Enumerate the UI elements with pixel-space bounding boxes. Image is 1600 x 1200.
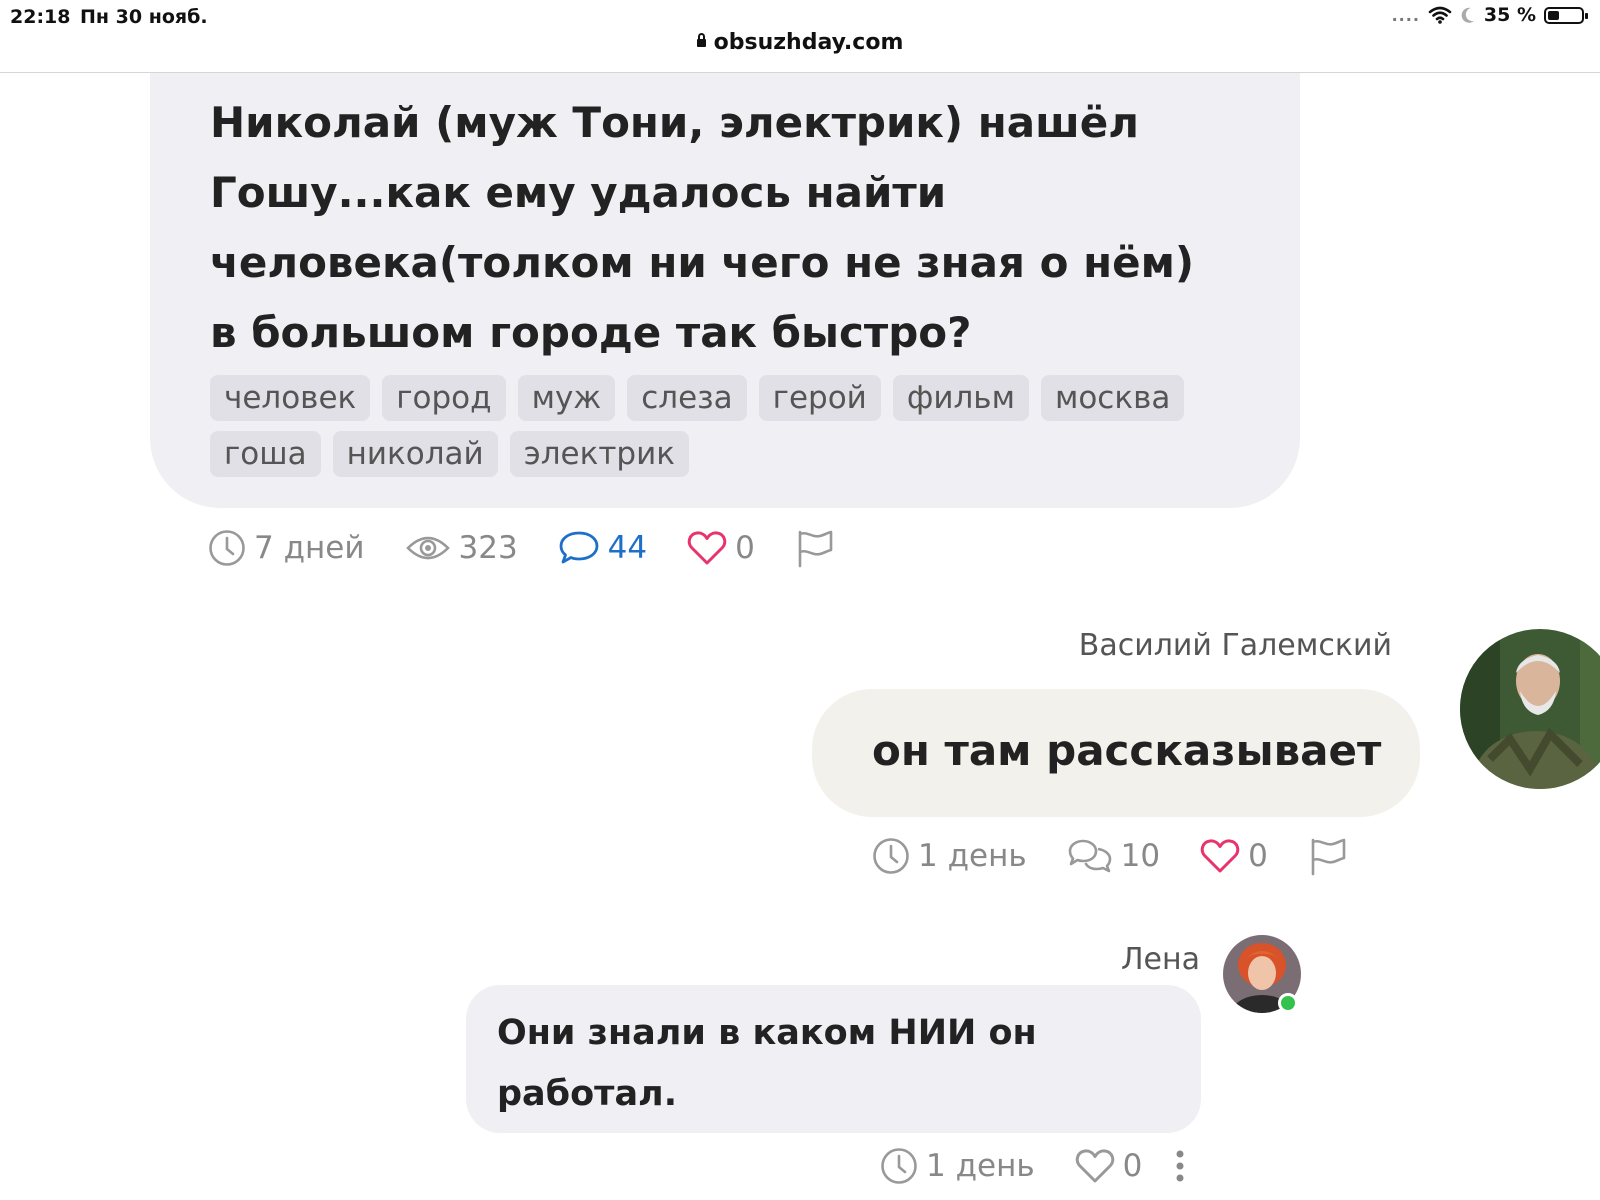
comment-author[interactable]: Василий Галемский — [1079, 628, 1392, 663]
avatar[interactable] — [1460, 629, 1600, 789]
status-date: Пн 30 нояб. — [80, 6, 208, 28]
post-likes-count: 0 — [735, 530, 755, 566]
battery-percent: 35 % — [1483, 4, 1536, 26]
tag[interactable]: муж — [517, 375, 616, 421]
lock-icon — [696, 33, 706, 47]
more-icon — [1174, 1148, 1186, 1184]
replies-icon — [1067, 837, 1113, 875]
post-text: Николай (муж Тони, электрик) нашёл Гошу.… — [210, 98, 1195, 357]
signal-dots: .... — [1391, 5, 1420, 25]
post-report-button[interactable] — [795, 528, 835, 568]
tag[interactable]: электрик — [509, 431, 689, 477]
clock-icon — [208, 529, 246, 567]
comment-meta: 1 день 10 0 — [872, 836, 1388, 876]
comment-author[interactable]: Лена — [1121, 942, 1200, 977]
flag-icon — [795, 528, 835, 568]
post-age-text: 7 дней — [254, 530, 365, 566]
tag[interactable]: николай — [332, 431, 498, 477]
replies-button[interactable]: 10 — [1067, 837, 1160, 875]
post-comments-button[interactable]: 44 — [558, 530, 647, 566]
post-views-count: 323 — [458, 530, 518, 566]
post-age: 7 дней — [208, 529, 365, 567]
eye-icon — [405, 532, 451, 564]
clock-icon — [880, 1147, 918, 1185]
status-bar: 22:18 Пн 30 нояб. .... 35 % obsuzhday.co… — [0, 0, 1600, 73]
heart-icon — [1200, 838, 1240, 874]
post-comments-count: 44 — [607, 530, 648, 566]
post-like-button[interactable]: 0 — [687, 530, 755, 566]
tag[interactable]: гоша — [210, 431, 321, 477]
tag[interactable]: человек — [210, 375, 371, 421]
replies-count: 10 — [1120, 838, 1161, 874]
comment-meta: 1 день 0 — [880, 1147, 1226, 1185]
comment-report-button[interactable] — [1308, 836, 1348, 876]
heart-icon — [687, 530, 727, 566]
heart-icon — [1075, 1148, 1115, 1184]
url-bar[interactable]: obsuzhday.com — [0, 30, 1600, 55]
comment-icon — [558, 530, 600, 566]
post-meta: 7 дней 323 44 0 — [208, 528, 875, 568]
comment-age-text: 1 день — [926, 1148, 1035, 1184]
tag[interactable]: фильм — [892, 375, 1029, 421]
comment-age: 1 день — [872, 837, 1027, 875]
tag[interactable]: слеза — [627, 375, 747, 421]
comment-age-text: 1 день — [918, 838, 1027, 874]
comment-like-button[interactable]: 0 — [1075, 1148, 1143, 1184]
moon-icon — [1460, 6, 1476, 24]
battery-icon — [1544, 6, 1588, 24]
comment-text: Они знали в каком НИИ он работал. — [497, 1013, 1037, 1114]
flag-icon — [1308, 836, 1348, 876]
comment-age: 1 день — [880, 1147, 1035, 1185]
post-views: 323 — [405, 530, 518, 566]
tag-list: человек город муж слеза герой фильм моск… — [210, 375, 1210, 477]
tag[interactable]: город — [382, 375, 506, 421]
battery-fill — [1548, 10, 1559, 20]
comment-text: он там рассказывает — [872, 726, 1382, 775]
clock-icon — [872, 837, 910, 875]
tag[interactable]: герой — [758, 375, 881, 421]
wifi-icon — [1428, 6, 1452, 24]
comment-likes-count: 0 — [1122, 1148, 1143, 1184]
online-indicator — [1278, 993, 1298, 1013]
status-time: 22:18 — [10, 6, 71, 28]
comment-like-button[interactable]: 0 — [1200, 838, 1268, 874]
comment-likes-count: 0 — [1248, 838, 1268, 874]
more-options-button[interactable] — [1174, 1148, 1186, 1184]
url-text: obsuzhday.com — [713, 30, 904, 55]
tag[interactable]: москва — [1040, 375, 1185, 421]
status-indicators: .... 35 % — [1391, 4, 1588, 26]
